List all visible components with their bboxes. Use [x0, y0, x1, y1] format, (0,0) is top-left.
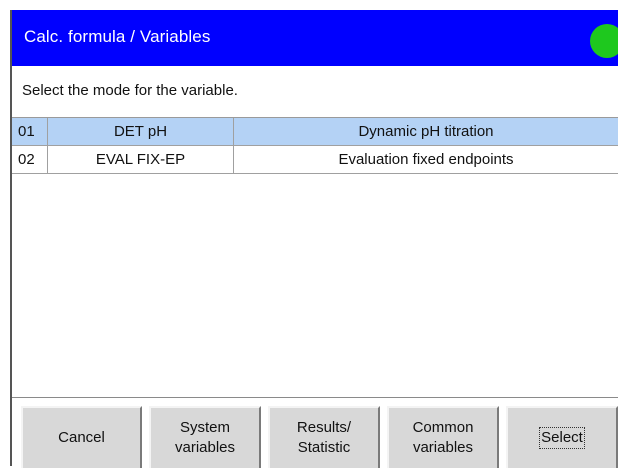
cancel-button[interactable]: Cancel: [21, 406, 142, 468]
common-variables-button[interactable]: Common variables: [387, 406, 499, 468]
row-description: Dynamic pH titration: [358, 123, 494, 140]
row-method-name: EVAL FIX-EP: [48, 146, 234, 173]
instruction-bar: Select the mode for the variable.: [12, 66, 618, 118]
title-bar: Calc. formula / Variables: [12, 10, 618, 66]
row-method-name: DET pH: [48, 118, 234, 145]
status-indicator-icon: [590, 24, 618, 58]
table-row[interactable]: 02 EVAL FIX-EP Evaluation fixed endpoint…: [12, 146, 618, 174]
row-number: 01: [12, 118, 48, 145]
results-statistic-button[interactable]: Results/ Statistic: [268, 406, 380, 468]
main-window: Calc. formula / Variables Select the mod…: [10, 10, 618, 468]
row-description: Evaluation fixed endpoints: [338, 151, 514, 168]
row-number: 02: [12, 146, 48, 173]
system-variables-button-label: System variables: [174, 419, 236, 456]
common-variables-button-label: Common variables: [412, 419, 474, 456]
instruction-text: Select the mode for the variable.: [22, 82, 238, 99]
select-button-label: Select: [539, 427, 585, 449]
select-button[interactable]: Select: [506, 406, 618, 468]
window-title: Calc. formula / Variables: [24, 27, 211, 46]
table-row[interactable]: 01 DET pH Dynamic pH titration: [12, 118, 618, 146]
results-statistic-button-label: Results/ Statistic: [296, 419, 352, 456]
button-toolbar: Cancel System variables Results/ Statist…: [12, 397, 618, 468]
cancel-button-label: Cancel: [58, 429, 105, 446]
system-variables-button[interactable]: System variables: [149, 406, 261, 468]
variable-mode-table: 01 DET pH Dynamic pH titration 02 EVAL F…: [12, 118, 618, 174]
